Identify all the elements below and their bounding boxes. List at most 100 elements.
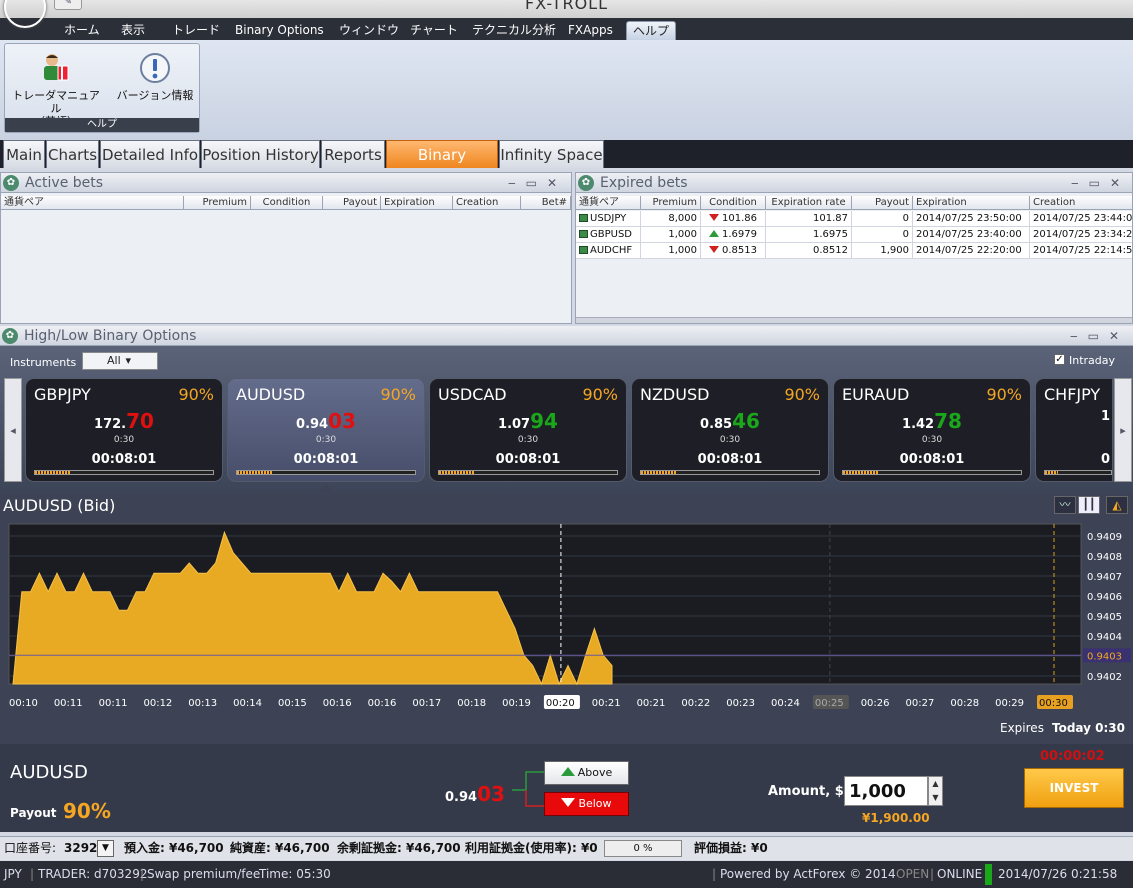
x-tick-label: 00:16 bbox=[323, 698, 352, 709]
x-tick-label: 00:13 bbox=[188, 698, 217, 709]
col-creation[interactable]: Creation bbox=[453, 196, 521, 210]
account-number: 3292 bbox=[64, 841, 98, 855]
down-arrow-icon bbox=[561, 798, 576, 807]
expired-bets-title: Expired bets bbox=[600, 175, 688, 191]
condition-cell: 101.86 bbox=[701, 211, 766, 227]
panel-window-controls[interactable]: ‒▭✕ bbox=[508, 173, 567, 193]
price-chart[interactable]: 0.9409 0.9408 0.9407 0.9406 0.9405 0.9404 0.94… bbox=[0, 520, 1133, 715]
area-chart-icon[interactable]: ◭ bbox=[1106, 496, 1128, 514]
tab-reports[interactable]: Reports bbox=[321, 140, 385, 168]
below-button[interactable]: Below bbox=[544, 792, 629, 816]
time-marker-label: 00:30 bbox=[1039, 698, 1068, 709]
instrument-card-chfjpy[interactable]: CHFJPY 1 0 bbox=[1035, 378, 1113, 482]
swap-info: Swap premium/fee bbox=[147, 867, 261, 881]
col-expiration-rate[interactable]: Expiration rate bbox=[766, 196, 852, 210]
col-bet-number[interactable]: Bet# bbox=[521, 196, 571, 210]
instruments-dropdown[interactable]: All ▾ bbox=[82, 352, 158, 370]
premium-cell: 1,000 bbox=[641, 227, 701, 243]
col-premium[interactable]: Premium bbox=[641, 196, 701, 210]
x-tick-label: 00:11 bbox=[54, 698, 83, 709]
card-progress bbox=[438, 470, 618, 475]
active-bets-columns: 通貨ペア Premium Condition Payout Expiration… bbox=[1, 196, 571, 210]
instrument-card-euraud[interactable]: EURAUD 90% 1.4278 0:30 00:08:01 bbox=[833, 378, 1031, 482]
card-payout: 90% bbox=[178, 385, 214, 404]
instrument-card-nzdusd[interactable]: NZDUSD 90% 0.8546 0:30 00:08:01 bbox=[631, 378, 829, 482]
panel-logo-icon: ✿ bbox=[578, 175, 594, 191]
col-condition[interactable]: Condition bbox=[701, 196, 766, 210]
scroll-right-button[interactable]: ▸ bbox=[1114, 378, 1132, 482]
menu-technical-analysis[interactable]: テクニカル分析 bbox=[466, 21, 562, 40]
card-progress bbox=[34, 470, 214, 475]
creation-cell: 2014/07/25 22:14:57 bbox=[1030, 243, 1132, 259]
col-condition[interactable]: Condition bbox=[251, 196, 323, 210]
card-duration: 0:30 bbox=[315, 435, 337, 445]
horizontal-scrollbar[interactable] bbox=[576, 317, 1132, 323]
col-premium[interactable]: Premium bbox=[184, 196, 251, 210]
quick-tool-icon[interactable]: ✎ bbox=[54, 0, 82, 10]
menu-view[interactable]: 表示 bbox=[115, 21, 151, 40]
col-pair[interactable]: 通貨ペア bbox=[576, 196, 641, 210]
amount-stepper[interactable]: ▲ ▼ bbox=[928, 776, 943, 806]
col-expiration[interactable]: Expiration bbox=[381, 196, 453, 210]
tab-binary-options[interactable]: Binary Options bbox=[386, 140, 498, 192]
tab-position-history[interactable]: Position History bbox=[201, 140, 320, 168]
panel-window-controls[interactable]: ‒▭✕ bbox=[1070, 326, 1129, 346]
panel-window-controls[interactable]: ‒▭✕ bbox=[1071, 173, 1130, 193]
payout-cell: 1,900 bbox=[852, 243, 913, 259]
card-countdown: 00:08:01 bbox=[899, 452, 965, 467]
instrument-card-gbpjpy[interactable]: GBPJPY 90% 172.70 0:30 00:08:01 bbox=[25, 378, 223, 482]
col-payout[interactable]: Payout bbox=[323, 196, 381, 210]
instrument-card-audusd[interactable]: AUDUSD 90% 0.9403 0:30 00:08:01 bbox=[227, 378, 425, 482]
menu-trade[interactable]: トレード bbox=[166, 21, 226, 40]
instrument-card-usdcad[interactable]: USDCAD 90% 1.0794 0:30 00:08:01 bbox=[429, 378, 627, 482]
highlow-header: ✿ High/Low Binary Options ‒▭✕ bbox=[0, 326, 1133, 346]
menu-binary-options[interactable]: Binary Options bbox=[229, 21, 330, 40]
above-button[interactable]: Above bbox=[544, 761, 629, 785]
candlestick-chart-icon[interactable]: ┃┃ bbox=[1078, 496, 1100, 514]
table-row[interactable]: USDJPY 8,000 101.86 101.87 0 2014/07/25 … bbox=[576, 211, 1132, 227]
menu-fxapps[interactable]: FXApps bbox=[562, 21, 619, 40]
trader-id: TRADER: d703292 bbox=[38, 867, 148, 881]
table-row[interactable]: AUDCHF 1,000 0.8513 0.8512 1,900 2014/07… bbox=[576, 243, 1132, 259]
tab-charts[interactable]: Charts bbox=[46, 140, 99, 168]
menu-window[interactable]: ウィンドウ bbox=[333, 21, 405, 40]
card-progress bbox=[842, 470, 1022, 475]
trader-manual-button[interactable]: トレーダマニュアル （英語） bbox=[9, 52, 103, 128]
y-tick-label: 0.9408 bbox=[1087, 552, 1122, 563]
table-row[interactable]: GBPUSD 1,000 1.6979 1.6975 0 2014/07/25 … bbox=[576, 227, 1132, 243]
line-chart-icon[interactable]: 〰 bbox=[1054, 496, 1076, 514]
col-creation[interactable]: Creation bbox=[1030, 196, 1132, 210]
col-pair[interactable]: 通貨ペア bbox=[1, 196, 184, 210]
expired-bets-panel: ✿ Expired bets ‒▭✕ 通貨ペア Premium Conditio… bbox=[575, 172, 1133, 324]
pair-cell: GBPUSD bbox=[576, 227, 641, 243]
y-tick-label: 0.9409 bbox=[1087, 532, 1122, 543]
x-tick-label: 00:24 bbox=[771, 698, 800, 709]
tab-infinity-space[interactable]: Infinity Space bbox=[499, 140, 604, 168]
menu-home[interactable]: ホーム bbox=[58, 21, 106, 40]
potential-payout: ¥1,900.00 bbox=[862, 811, 930, 825]
tab-main[interactable]: Main bbox=[3, 140, 45, 168]
currency-flag-icon bbox=[579, 246, 588, 254]
highlow-title: High/Low Binary Options bbox=[24, 328, 197, 344]
card-countdown: 00:08:01 bbox=[495, 452, 561, 467]
card-payout: 90% bbox=[380, 385, 416, 404]
col-expiration[interactable]: Expiration bbox=[913, 196, 1030, 210]
scroll-left-button[interactable]: ◂ bbox=[4, 378, 22, 482]
menu-help[interactable]: ヘルプ bbox=[626, 21, 677, 40]
x-tick-label: 00:26 bbox=[861, 698, 890, 709]
trade-panel: AUDUSD Payout 90% 0.9403 Above Below Amo… bbox=[0, 744, 1133, 832]
amount-input[interactable] bbox=[844, 776, 928, 806]
col-payout[interactable]: Payout bbox=[852, 196, 913, 210]
invest-button[interactable]: INVEST bbox=[1024, 768, 1124, 808]
menu-chart[interactable]: チャート bbox=[404, 21, 464, 40]
card-price: 0.8546 bbox=[700, 409, 760, 433]
intraday-checkbox[interactable]: ✓ bbox=[1054, 354, 1065, 365]
account-dropdown[interactable]: ▼ bbox=[97, 840, 114, 857]
tab-detailed-info[interactable]: Detailed Info bbox=[100, 140, 200, 168]
pair-cell: USDJPY bbox=[576, 211, 641, 227]
instruments-label: Instruments bbox=[10, 356, 77, 369]
menu-bar: ホーム 表示 トレード Binary Options ウィンドウ チャート テク… bbox=[0, 18, 1133, 40]
version-info-button[interactable]: バージョン情報 bbox=[113, 52, 197, 102]
premium-cell: 8,000 bbox=[641, 211, 701, 227]
x-tick-label: 00:15 bbox=[278, 698, 307, 709]
